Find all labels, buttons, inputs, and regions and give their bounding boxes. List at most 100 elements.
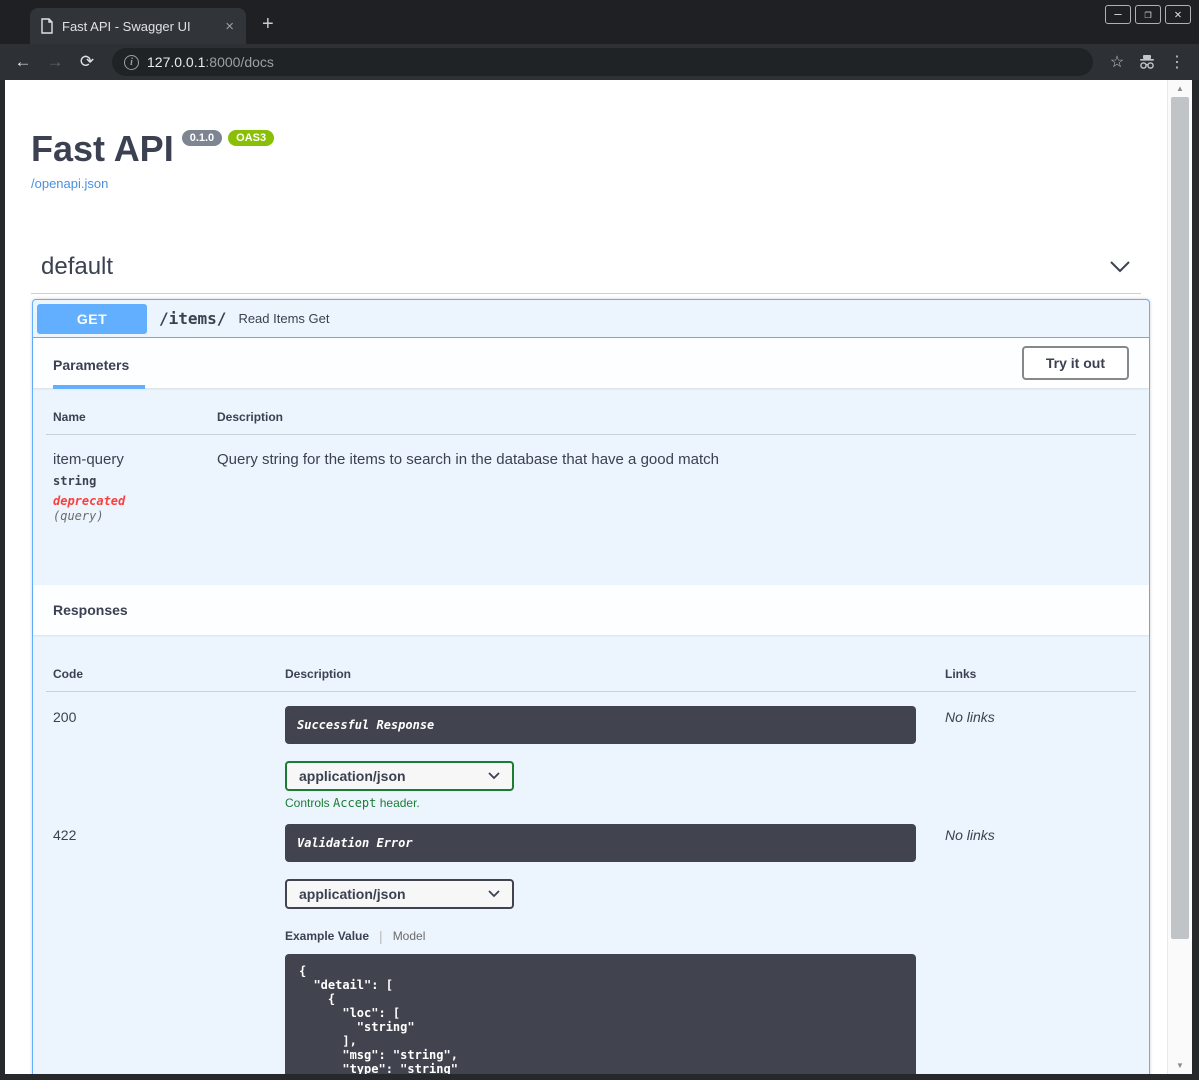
minimize-button[interactable]: –	[1105, 5, 1131, 24]
note-prefix: Controls	[285, 796, 334, 810]
tag-section-header[interactable]: default	[31, 247, 1141, 294]
close-button[interactable]: ✕	[1165, 5, 1191, 24]
tab-title: Fast API - Swagger UI	[62, 18, 191, 34]
browser-menu-icon[interactable]: ⋮	[1165, 52, 1189, 72]
operation-summary[interactable]: GET /items/ Read Items Get	[33, 300, 1149, 338]
response-description-bar: Validation Error	[285, 824, 916, 862]
page-favicon-icon	[41, 18, 53, 34]
operation-path: /items/	[159, 309, 227, 328]
url-host: 127.0.0.1	[147, 54, 206, 70]
api-badges: 0.1.0 OAS3	[181, 130, 275, 146]
swagger-page: Fast API 0.1.0 OAS3 /openapi.json defaul…	[5, 80, 1167, 1074]
operation-summary-text: Read Items Get	[238, 311, 330, 326]
example-code-block[interactable]: { "detail": [ { "loc": [ "string" ], "ms…	[285, 954, 916, 1074]
parameters-table-head: Name Description	[46, 410, 1136, 435]
scrollbar-thumb[interactable]	[1171, 97, 1189, 939]
response-description-cell: Validation Error application/json Exampl…	[285, 824, 945, 1074]
tab-parameters[interactable]: Parameters	[53, 341, 145, 389]
new-tab-button[interactable]: +	[262, 13, 274, 36]
window-frame-bottom	[0, 1074, 1199, 1080]
controls-accept-note: Controls Accept header.	[285, 796, 945, 810]
browser-toolbar: ← → ⟳ i 127.0.0.1:8000/docs ☆ ⋮	[0, 44, 1199, 80]
maximize-button[interactable]: ❐	[1135, 5, 1161, 24]
tab-model[interactable]: Model	[393, 929, 426, 943]
responses-heading: Responses	[53, 602, 128, 618]
parameter-description: Query string for the items to search in …	[217, 451, 719, 468]
oas3-badge: OAS3	[228, 130, 275, 146]
col-header-name: Name	[53, 410, 86, 424]
titlebar: Fast API - Swagger UI × + – ❐ ✕	[0, 0, 1199, 44]
method-badge: GET	[37, 303, 147, 334]
response-description-text: Successful Response	[297, 718, 435, 732]
tab-close-icon[interactable]: ×	[223, 19, 236, 34]
url-path: :8000/docs	[205, 54, 274, 70]
incognito-icon	[1135, 54, 1159, 70]
note-suffix: header.	[376, 796, 420, 810]
reload-icon[interactable]: ⟳	[74, 49, 100, 75]
window-frame-right	[1192, 80, 1199, 1074]
note-accept-code: Accept	[333, 796, 377, 810]
parameter-description-cell: Query string for the items to search in …	[217, 451, 1129, 523]
media-type-select-422[interactable]: application/json	[285, 879, 514, 909]
response-description-text: Validation Error	[297, 836, 413, 850]
tag-name: default	[41, 253, 114, 280]
response-row-422: 422 Validation Error application/json Ex…	[53, 810, 1129, 1074]
tab-example-value[interactable]: Example Value	[285, 929, 369, 943]
media-type-value: application/json	[299, 886, 406, 902]
tab-separator: |	[379, 928, 383, 944]
code-line: {	[299, 964, 307, 978]
responses-table-head: Code Description Links	[46, 667, 1136, 692]
forward-icon[interactable]: →	[42, 49, 68, 75]
scroll-down-icon[interactable]: ▼	[1168, 1057, 1192, 1074]
response-description-bar: Successful Response	[285, 706, 916, 744]
site-info-icon[interactable]: i	[124, 54, 139, 70]
operation-block: GET /items/ Read Items Get Parameters Tr…	[32, 299, 1150, 1074]
api-title-row: Fast API 0.1.0 OAS3	[31, 128, 1141, 170]
responses-section-header: Responses	[33, 585, 1149, 635]
browser-tab[interactable]: Fast API - Swagger UI ×	[30, 8, 246, 44]
col-header-description: Description	[217, 410, 284, 424]
col-header-resp-description: Description	[285, 667, 352, 681]
col-header-links: Links	[945, 667, 977, 681]
code-line: "type": "string"	[299, 1062, 458, 1074]
response-links: No links	[945, 827, 995, 843]
responses-table: Code Description Links 200 Successful Re…	[33, 635, 1149, 1074]
response-code: 422	[53, 827, 77, 843]
code-line: "msg": "string",	[299, 1048, 458, 1062]
parameter-row: item-query string deprecated (query) Que…	[53, 435, 1129, 523]
code-line: {	[299, 992, 336, 1006]
parameters-section-header: Parameters Try it out	[33, 338, 1149, 389]
response-description-cell: Successful Response application/json Con…	[285, 706, 945, 810]
try-it-out-button[interactable]: Try it out	[1021, 346, 1129, 380]
bookmark-star-icon[interactable]: ☆	[1105, 52, 1129, 72]
window-controls: – ❐ ✕	[1105, 5, 1191, 24]
code-line: ],	[299, 1034, 357, 1048]
parameter-location: (query)	[53, 509, 104, 523]
response-row-200: 200 Successful Response application/json…	[53, 692, 1129, 810]
media-type-select-200[interactable]: application/json	[285, 761, 514, 791]
col-header-code: Code	[53, 667, 83, 681]
back-icon[interactable]: ←	[10, 49, 36, 75]
chevron-down-icon[interactable]	[1109, 260, 1131, 274]
response-code: 200	[53, 709, 77, 725]
version-badge: 0.1.0	[181, 130, 223, 146]
openapi-spec-link[interactable]: /openapi.json	[31, 176, 108, 191]
parameter-type: string	[53, 474, 97, 488]
response-links: No links	[945, 709, 995, 725]
select-chevron-icon	[488, 772, 500, 780]
page-scrollbar[interactable]: ▲ ▼	[1167, 80, 1192, 1074]
parameter-name-cell: item-query string deprecated (query)	[53, 451, 217, 523]
url-text[interactable]: 127.0.0.1:8000/docs	[147, 54, 274, 70]
media-type-value: application/json	[299, 768, 406, 784]
select-chevron-icon	[488, 890, 500, 898]
api-title: Fast API	[31, 128, 174, 169]
address-bar[interactable]: i 127.0.0.1:8000/docs	[112, 48, 1093, 76]
code-line: "string"	[299, 1020, 415, 1034]
browser-window: Fast API - Swagger UI × + – ❐ ✕ ← → ⟳ i …	[0, 0, 1199, 1080]
parameters-table: Name Description item-query string depre…	[33, 388, 1149, 585]
api-info: Fast API 0.1.0 OAS3 /openapi.json	[5, 80, 1167, 193]
code-line: "loc": [	[299, 1006, 401, 1020]
scroll-up-icon[interactable]: ▲	[1168, 80, 1192, 97]
parameter-deprecated-flag: deprecated	[53, 494, 126, 508]
example-model-tabs: Example Value | Model	[285, 928, 945, 944]
